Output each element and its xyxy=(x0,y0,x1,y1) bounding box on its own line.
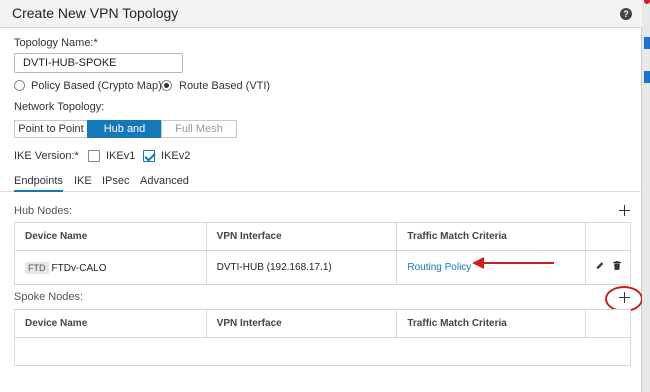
route-based-label: Route Based (VTI) xyxy=(179,80,271,92)
tab-advanced[interactable]: Advanced xyxy=(140,175,189,187)
tab-ipsec[interactable]: IPsec xyxy=(102,175,130,187)
dialog-title: Create New VPN Topology xyxy=(12,5,179,21)
dialog-titlebar: Create New VPN Topology ? xyxy=(0,0,642,28)
column-header[interactable]: Traffic Match Criteria xyxy=(396,222,587,251)
policy-based-label: Policy Based (Crypto Map) xyxy=(31,80,162,92)
spoke-table-header: Device Name VPN Interface Traffic Match … xyxy=(14,309,631,338)
spoke-nodes-table: Device Name VPN Interface Traffic Match … xyxy=(14,309,631,366)
policy-based-radio[interactable] xyxy=(14,80,25,91)
column-header-actions xyxy=(585,222,631,251)
column-header[interactable]: Device Name xyxy=(14,309,207,338)
topology-name-label: Topology Name:* xyxy=(14,37,98,49)
network-topology-label: Network Topology: xyxy=(14,101,105,113)
routing-policy-link[interactable]: Routing Policy xyxy=(407,262,471,273)
full-mesh-option[interactable]: Full Mesh xyxy=(161,120,237,138)
row-actions-cell xyxy=(585,250,631,285)
hub-nodes-label: Hub Nodes: xyxy=(14,205,73,217)
empty-row xyxy=(14,337,631,366)
vpn-topology-dialog: Create New VPN Topology ? Topology Name:… xyxy=(0,0,643,392)
ikev2-label: IKEv2 xyxy=(161,150,191,162)
device-name: FTDv-CALO xyxy=(51,262,107,274)
column-header[interactable]: VPN Interface xyxy=(205,309,398,338)
column-header[interactable]: VPN Interface xyxy=(205,222,398,251)
ikev2-checkbox[interactable] xyxy=(143,150,155,162)
column-header[interactable]: Traffic Match Criteria xyxy=(396,309,587,338)
ike-version-label: IKE Version:* xyxy=(14,150,79,162)
tab-bar: Endpoints IKE IPsec Advanced xyxy=(0,172,642,192)
column-header[interactable]: Device Name xyxy=(14,222,207,251)
route-based-radio[interactable] xyxy=(161,80,172,91)
annotation-arrow xyxy=(472,257,554,269)
topology-name-input[interactable]: DVTI-HUB-SPOKE xyxy=(14,53,183,73)
ftd-badge: FTD xyxy=(25,261,49,274)
point-to-point-option[interactable]: Point to Point xyxy=(14,120,88,138)
tab-ike[interactable]: IKE xyxy=(74,175,92,187)
background-window-strip xyxy=(642,0,650,392)
vpn-interface-cell: DVTI-HUB (192.168.17.1) xyxy=(205,250,398,285)
delete-icon[interactable] xyxy=(613,261,622,270)
hub-table-header: Device Name VPN Interface Traffic Match … xyxy=(14,222,631,251)
edit-icon[interactable] xyxy=(596,261,604,270)
background-blue-mark xyxy=(644,71,650,83)
help-icon[interactable]: ? xyxy=(620,8,632,20)
add-hub-node-icon[interactable] xyxy=(619,205,630,216)
hub-and-spoke-option[interactable]: Hub and Spoke xyxy=(87,120,162,151)
spoke-nodes-label: Spoke Nodes: xyxy=(14,291,84,303)
device-name-cell: FTD FTDv-CALO xyxy=(14,250,207,285)
ikev1-checkbox[interactable] xyxy=(88,150,100,162)
hub-nodes-table: Device Name VPN Interface Traffic Match … xyxy=(14,222,631,285)
tab-endpoints[interactable]: Endpoints xyxy=(14,175,63,192)
empty-cell xyxy=(14,337,631,366)
ikev1-label: IKEv1 xyxy=(106,150,136,162)
background-blue-mark xyxy=(644,37,650,49)
column-header-actions xyxy=(585,309,631,338)
